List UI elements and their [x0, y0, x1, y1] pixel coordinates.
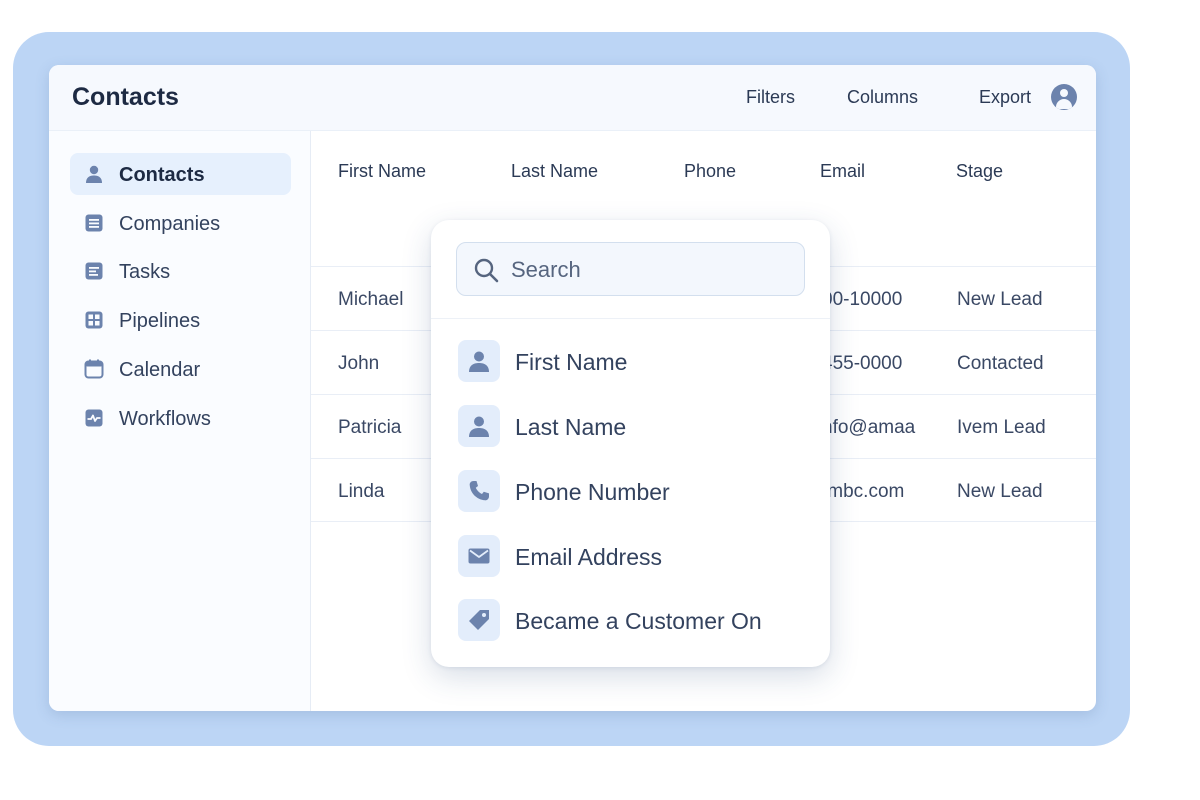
divider — [431, 318, 830, 319]
dropdown-item-last-name[interactable]: Last Name — [458, 405, 808, 449]
top-bar: Contacts Filters Columns Export — [49, 65, 1096, 131]
sidebar-item-label: Tasks — [119, 261, 171, 283]
checklist-icon — [85, 262, 103, 280]
cell-first-name: Linda — [338, 481, 385, 502]
cell-email: ımbc.com — [822, 481, 905, 502]
cell-stage: Contacted — [957, 353, 1044, 374]
dropdown-item-label: Last Name — [515, 414, 627, 440]
cell-email: 00-10000 — [822, 289, 903, 310]
calendar-icon — [84, 359, 104, 379]
icon-box — [458, 405, 500, 447]
dropdown-item-label: First Name — [515, 349, 628, 375]
phone-icon — [469, 481, 489, 501]
dropdown-item-label: Phone Number — [515, 479, 670, 505]
search-input[interactable] — [511, 255, 791, 285]
sidebar-item-label: Companies — [119, 213, 221, 235]
sidebar-item-label: Workflows — [119, 408, 211, 430]
cell-first-name: Patricia — [338, 417, 402, 438]
search-box — [456, 242, 805, 296]
sidebar-item-label: Pipelines — [119, 310, 201, 332]
tag-icon — [469, 610, 489, 630]
column-header-phone[interactable]: Phone — [684, 161, 736, 182]
sidebar-item-label: Calendar — [119, 359, 201, 381]
sidebar: Contacts Companies Tasks Pipelines Calen… — [49, 131, 311, 711]
column-header-last-name[interactable]: Last Name — [511, 161, 598, 182]
column-header-email[interactable]: Email — [820, 161, 865, 182]
list-icon — [85, 214, 103, 232]
sidebar-item-workflows[interactable]: Workflows — [70, 397, 291, 439]
cell-stage: Ivem Lead — [957, 417, 1046, 438]
filters-button[interactable]: Filters — [746, 87, 795, 108]
sidebar-item-label: Contacts — [119, 164, 205, 186]
column-header-stage[interactable]: Stage — [956, 161, 1003, 182]
sidebar-item-tasks[interactable]: Tasks — [70, 250, 291, 292]
person-icon — [469, 351, 489, 372]
cell-email: nfo@amaa — [822, 417, 916, 438]
grid-icon — [85, 311, 103, 329]
dropdown-item-email-address[interactable]: Email Address — [458, 535, 808, 579]
search-icon — [474, 258, 499, 283]
cell-stage: New Lead — [957, 481, 1043, 502]
icon-box — [458, 535, 500, 577]
cell-first-name: John — [338, 353, 380, 374]
sidebar-item-contacts[interactable]: Contacts — [70, 153, 291, 195]
columns-button[interactable]: Columns — [847, 87, 918, 108]
avatar-head — [1060, 89, 1068, 97]
avatar-body — [1056, 99, 1072, 109]
export-button[interactable]: Export — [979, 87, 1031, 108]
dropdown-item-label: Became a Customer On — [515, 608, 762, 634]
workflow-icon — [85, 409, 103, 427]
dropdown-item-phone-number[interactable]: Phone Number — [458, 470, 808, 514]
column-header-first-name[interactable]: First Name — [338, 161, 426, 182]
dropdown-item-label: Email Address — [515, 544, 663, 570]
person-icon — [86, 165, 102, 183]
dropdown-item-became-customer-on[interactable]: Became a Customer On — [458, 599, 808, 643]
dropdown-item-first-name[interactable]: First Name — [458, 340, 808, 384]
user-avatar[interactable] — [1051, 84, 1077, 110]
cell-stage: New Lead — [957, 289, 1043, 310]
icon-box — [458, 599, 500, 641]
icon-box — [458, 340, 500, 382]
person-icon — [469, 416, 489, 437]
cell-first-name: Michael — [338, 289, 404, 310]
envelope-icon — [468, 548, 490, 564]
sidebar-item-companies[interactable]: Companies — [70, 202, 291, 244]
icon-box — [458, 470, 500, 512]
cell-email: 455-0000 — [822, 353, 903, 374]
page-title: Contacts — [72, 83, 179, 111]
sidebar-item-calendar[interactable]: Calendar — [70, 348, 291, 390]
column-picker-dropdown: First Name Last Name Phone Number Email … — [431, 220, 830, 667]
sidebar-item-pipelines[interactable]: Pipelines — [70, 299, 291, 341]
